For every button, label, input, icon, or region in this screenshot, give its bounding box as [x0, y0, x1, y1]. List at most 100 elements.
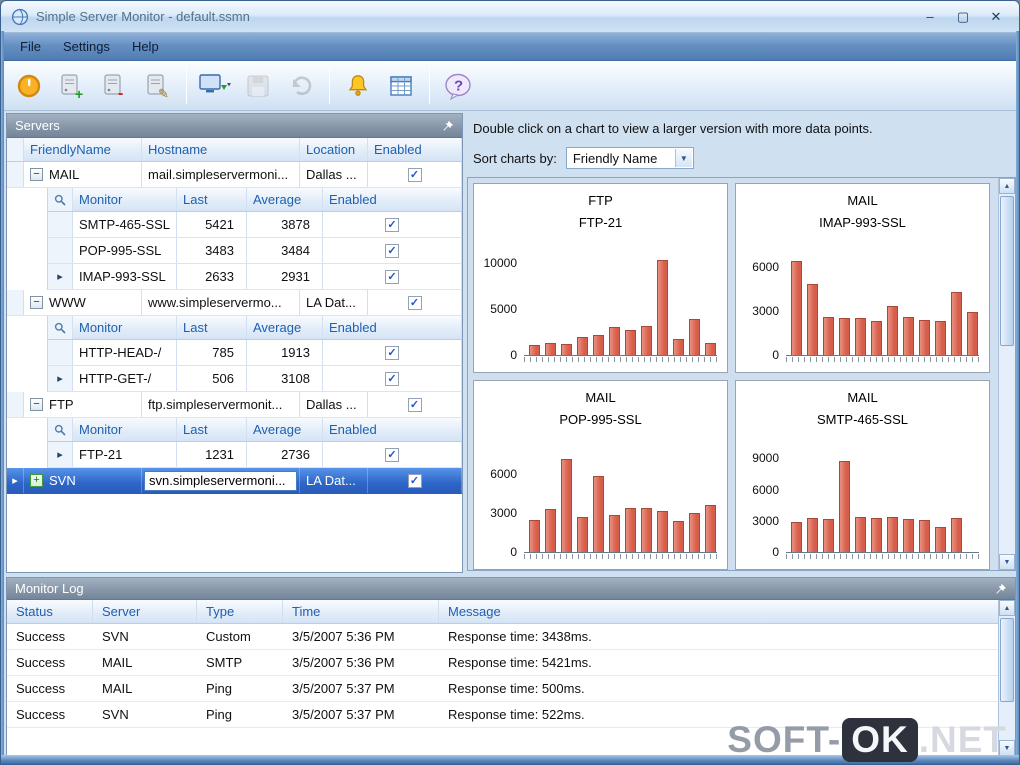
server-hostname-cell: svn.simpleservermoni...: [142, 468, 300, 493]
scroll-up-icon[interactable]: ▲: [999, 178, 1015, 194]
window-frame-right: [1016, 31, 1019, 764]
charts-scrollbar[interactable]: ▲ ▼: [998, 178, 1015, 570]
enabled-checkbox[interactable]: ✓: [407, 295, 422, 310]
enabled-checkbox[interactable]: ✓: [385, 243, 399, 258]
enabled-checkbox[interactable]: ✓: [407, 397, 422, 412]
chart-bar: [951, 292, 962, 355]
column-header-monitor[interactable]: Monitor: [73, 418, 177, 441]
menubar: File Settings Help: [1, 33, 1019, 61]
column-header-average[interactable]: Average: [247, 418, 323, 441]
log-row[interactable]: Success SVN Custom 3/5/2007 5:36 PM Response…: [7, 624, 1015, 650]
enabled-checkbox[interactable]: ✓: [385, 345, 399, 360]
help-button[interactable]: ?: [438, 65, 478, 107]
column-header-enabled[interactable]: Enabled: [323, 316, 462, 339]
server-row-www[interactable]: − WWW www.simpleservermo... LA Dat... ✓: [7, 290, 462, 316]
column-header-enabled[interactable]: Enabled: [323, 188, 462, 211]
report-grid-button[interactable]: [381, 65, 421, 107]
menu-settings[interactable]: Settings: [52, 33, 121, 60]
monitor-row-smtp-465-ssl[interactable]: SMTP-465-SSL 5421 3878 ✓: [48, 212, 462, 238]
add-server-button[interactable]: +: [52, 65, 92, 107]
log-column-header-server[interactable]: Server: [93, 600, 197, 623]
search-icon[interactable]: [48, 188, 73, 211]
monitor-row-pop-995-ssl[interactable]: POP-995-SSL 3483 3484 ✓: [48, 238, 462, 264]
report-grid-icon: [388, 73, 414, 99]
log-column-header-status[interactable]: Status: [7, 600, 93, 623]
log-row[interactable]: Success MAIL SMTP 3/5/2007 5:36 PM Response …: [7, 650, 1015, 676]
log-scrollbar-thumb[interactable]: [1000, 618, 1014, 702]
collapse-icon[interactable]: −: [30, 398, 43, 411]
pin-icon[interactable]: [995, 583, 1007, 595]
search-icon[interactable]: [48, 316, 73, 339]
log-cell-server: SVN: [102, 629, 129, 644]
menu-file[interactable]: File: [9, 33, 52, 60]
export-monitor-button[interactable]: [195, 65, 235, 107]
column-header-enabled[interactable]: Enabled: [323, 418, 462, 441]
chart-smtp-465-ssl[interactable]: MAIL SMTP-465-SSL 0 3000 6000 9000: [735, 380, 990, 570]
power-button[interactable]: [9, 65, 49, 107]
column-header-average[interactable]: Average: [247, 188, 323, 211]
enabled-checkbox[interactable]: ✓: [385, 371, 399, 386]
server-name: MAIL: [49, 167, 80, 182]
remove-server-button[interactable]: -: [95, 65, 135, 107]
column-header-monitor[interactable]: Monitor: [73, 316, 177, 339]
row-indicator-gutter: [48, 340, 73, 365]
chart-plot-area: [786, 439, 979, 553]
chart-y-axis: 0 3000 6000: [744, 242, 784, 362]
chart-monitor-name: IMAP-993-SSL: [819, 215, 906, 230]
title-bar[interactable]: Simple Server Monitor - default.ssmn – ▢…: [1, 1, 1019, 33]
chart-y-axis: 0 5000 10000: [482, 242, 522, 362]
chart-bar: [839, 318, 850, 355]
alerts-bell-button[interactable]: [338, 65, 378, 107]
enabled-checkbox[interactable]: ✓: [407, 473, 422, 488]
column-header-average[interactable]: Average: [247, 316, 323, 339]
chart-monitor-name: FTP-21: [578, 215, 623, 230]
edit-server-button[interactable]: ✎: [138, 65, 178, 107]
menu-help[interactable]: Help: [121, 33, 170, 60]
monitor-last-value: 1231: [177, 442, 247, 467]
minimize-button[interactable]: –: [917, 7, 943, 27]
monitor-row-imap-993-ssl[interactable]: ▸ IMAP-993-SSL 2633 2931 ✓: [48, 264, 462, 290]
chevron-down-icon[interactable]: ▼: [674, 149, 692, 167]
sort-charts-dropdown[interactable]: Friendly Name ▼: [565, 147, 694, 169]
chart-pop-995-ssl[interactable]: MAIL POP-995-SSL 0 3000 6000: [473, 380, 728, 570]
log-header-row: Status Server Type Time Message: [7, 600, 1015, 624]
log-column-header-message[interactable]: Message: [439, 600, 1015, 623]
collapse-icon[interactable]: −: [30, 168, 43, 181]
collapse-icon[interactable]: −: [30, 296, 43, 309]
server-row-svn[interactable]: ▸ + SVN svn.simpleservermoni... LA Dat...…: [7, 468, 462, 494]
enabled-checkbox[interactable]: ✓: [385, 269, 399, 284]
chart-imap-993-ssl[interactable]: MAIL IMAP-993-SSL 0 3000 6000: [735, 183, 990, 373]
monitor-row-http-head-/[interactable]: HTTP-HEAD-/ 785 1913 ✓: [48, 340, 462, 366]
column-header-location[interactable]: Location: [300, 138, 368, 161]
scroll-down-icon[interactable]: ▼: [999, 554, 1015, 570]
row-indicator-gutter: ▸: [48, 442, 73, 467]
column-header-monitor[interactable]: Monitor: [73, 188, 177, 211]
monitor-average-value: 2736: [247, 442, 323, 467]
column-header-friendlyname[interactable]: FriendlyName: [24, 138, 142, 161]
column-header-last[interactable]: Last: [177, 418, 247, 441]
column-header-enabled[interactable]: Enabled: [368, 138, 462, 161]
expand-icon[interactable]: +: [30, 474, 43, 487]
column-header-last[interactable]: Last: [177, 316, 247, 339]
enabled-checkbox[interactable]: ✓: [385, 217, 399, 232]
search-icon[interactable]: [48, 418, 73, 441]
monitor-row-http-get-/[interactable]: ▸ HTTP-GET-/ 506 3108 ✓: [48, 366, 462, 392]
enabled-checkbox[interactable]: ✓: [385, 447, 399, 462]
hostname-edit-field[interactable]: svn.simpleservermoni...: [144, 470, 297, 491]
column-header-hostname[interactable]: Hostname: [142, 138, 300, 161]
log-column-header-time[interactable]: Time: [283, 600, 439, 623]
chart-ftp-21[interactable]: FTP FTP-21 0 5000 10000: [473, 183, 728, 373]
column-header-last[interactable]: Last: [177, 188, 247, 211]
close-button[interactable]: ✕: [983, 7, 1009, 27]
monitor-row-ftp-21[interactable]: ▸ FTP-21 1231 2736 ✓: [48, 442, 462, 468]
scroll-up-icon[interactable]: ▲: [999, 600, 1015, 616]
server-row-mail[interactable]: − MAIL mail.simpleservermoni... Dallas ..…: [7, 162, 462, 188]
charts-scrollbar-thumb[interactable]: [1000, 196, 1014, 346]
enabled-checkbox[interactable]: ✓: [407, 167, 422, 182]
log-column-header-type[interactable]: Type: [197, 600, 283, 623]
maximize-button[interactable]: ▢: [950, 7, 976, 27]
pin-icon[interactable]: [442, 120, 454, 132]
log-row[interactable]: Success MAIL Ping 3/5/2007 5:37 PM Response …: [7, 676, 1015, 702]
edit-server-icon: ✎: [144, 72, 172, 100]
server-row-ftp[interactable]: − FTP ftp.simpleservermonit... Dallas ...…: [7, 392, 462, 418]
